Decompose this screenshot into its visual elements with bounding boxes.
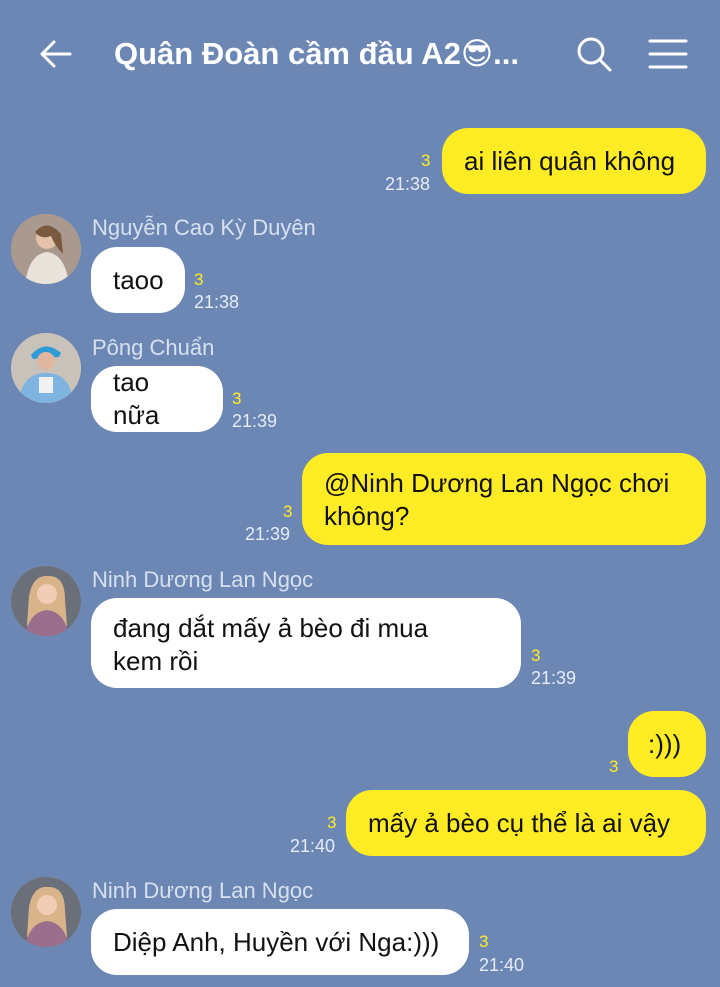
message-text-line: không?	[324, 501, 410, 531]
message-time: 21:39	[232, 411, 278, 431]
avatar[interactable]	[11, 333, 81, 403]
message-text-line: đang dắt mấy ả bèo đi mua	[113, 613, 429, 643]
message-time: 21:39	[531, 668, 577, 688]
outgoing-message-bubble[interactable]: @Ninh Dương Lan Ngọc chơi không?	[302, 453, 706, 545]
sender-name: Nguyễn Cao Kỳ Duyên	[92, 215, 316, 240]
incoming-message-bubble[interactable]: tao nữa	[91, 366, 223, 432]
read-count: 3	[609, 757, 619, 776]
incoming-message-bubble[interactable]: đang dắt mấy ả bèo đi mua kem rồi	[91, 598, 521, 688]
read-count: 3	[421, 151, 431, 170]
sender-name: Ninh Dương Lan Ngọc	[92, 878, 314, 903]
read-count: 3	[531, 646, 541, 665]
chat-header: Quân Đoàn cầm đầu A2😎...	[0, 0, 720, 110]
message-time: 21:39	[245, 524, 291, 544]
sender-name: Pông Chuẩn	[92, 335, 215, 360]
read-count: 3	[479, 932, 489, 951]
avatar[interactable]	[11, 877, 81, 947]
read-count: 3	[194, 270, 204, 289]
message-time: 21:40	[290, 836, 336, 856]
back-arrow-icon[interactable]	[36, 34, 76, 74]
outgoing-message-bubble[interactable]: mấy ả bèo cụ thể là ai vậy	[346, 790, 706, 856]
avatar[interactable]	[11, 566, 81, 636]
incoming-message-bubble[interactable]: taoo	[91, 247, 185, 313]
message-text-line: @Ninh Dương Lan Ngọc chơi	[324, 468, 670, 498]
message-time: 21:38	[385, 174, 431, 194]
message-time: 21:40	[479, 955, 525, 975]
outgoing-message-bubble[interactable]: ai liên quân không	[442, 128, 706, 194]
message-text-line: kem rồi	[113, 646, 199, 676]
read-count: 3	[283, 502, 293, 521]
sender-name: Ninh Dương Lan Ngọc	[92, 567, 314, 592]
read-count: 3	[327, 813, 337, 832]
outgoing-message-bubble[interactable]: :)))	[628, 711, 706, 777]
search-icon[interactable]	[572, 32, 616, 76]
incoming-message-bubble[interactable]: Diệp Anh, Huyền với Nga:)))	[91, 909, 469, 975]
read-count: 3	[232, 389, 242, 408]
chat-title[interactable]: Quân Đoàn cầm đầu A2😎...	[114, 32, 554, 76]
avatar[interactable]	[11, 214, 81, 284]
message-time: 21:38	[194, 292, 240, 312]
menu-icon[interactable]	[646, 34, 690, 74]
